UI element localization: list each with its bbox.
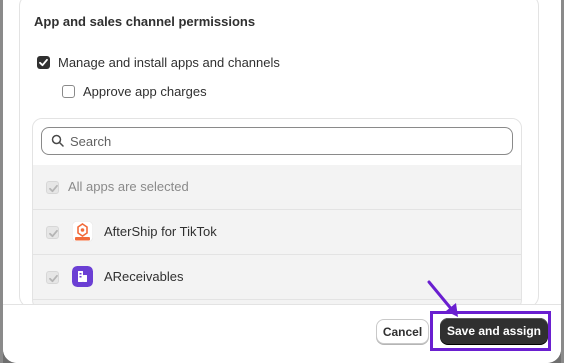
search-field[interactable] bbox=[41, 127, 513, 155]
permissions-card: App and sales channel permissions Manage… bbox=[19, 0, 539, 310]
all-apps-row: All apps are selected bbox=[33, 165, 521, 210]
manage-apps-checkbox[interactable] bbox=[37, 56, 50, 69]
app-name: AReceivables bbox=[104, 269, 184, 284]
checkmark-icon bbox=[49, 184, 58, 193]
search-area bbox=[33, 119, 521, 166]
checkmark-icon bbox=[49, 274, 58, 283]
app-row-aftership: AfterShip for TikTok bbox=[33, 210, 521, 255]
approve-charges-checkbox[interactable] bbox=[62, 85, 75, 98]
aftership-icon bbox=[72, 221, 93, 242]
all-apps-checkbox bbox=[46, 181, 59, 194]
manage-apps-label[interactable]: Manage and install apps and channels bbox=[58, 55, 280, 70]
pointer-arrow-icon bbox=[427, 280, 458, 317]
all-apps-label: All apps are selected bbox=[68, 179, 189, 194]
app-checkbox bbox=[46, 271, 59, 284]
save-and-assign-button[interactable]: Save and assign bbox=[440, 318, 548, 344]
checkmark-icon bbox=[49, 229, 58, 238]
modal: App and sales channel permissions Manage… bbox=[3, 0, 561, 363]
modal-footer: Cancel Save and assign bbox=[3, 304, 561, 363]
checkmark-icon bbox=[39, 58, 48, 67]
app-checkbox bbox=[46, 226, 59, 239]
cancel-button[interactable]: Cancel bbox=[376, 319, 429, 344]
section-title: App and sales channel permissions bbox=[34, 14, 256, 29]
search-icon bbox=[51, 134, 64, 147]
app-name: AfterShip for TikTok bbox=[104, 224, 217, 239]
approve-charges-label[interactable]: Approve app charges bbox=[83, 84, 207, 99]
search-input[interactable] bbox=[70, 132, 500, 150]
areceivables-icon bbox=[72, 266, 93, 287]
